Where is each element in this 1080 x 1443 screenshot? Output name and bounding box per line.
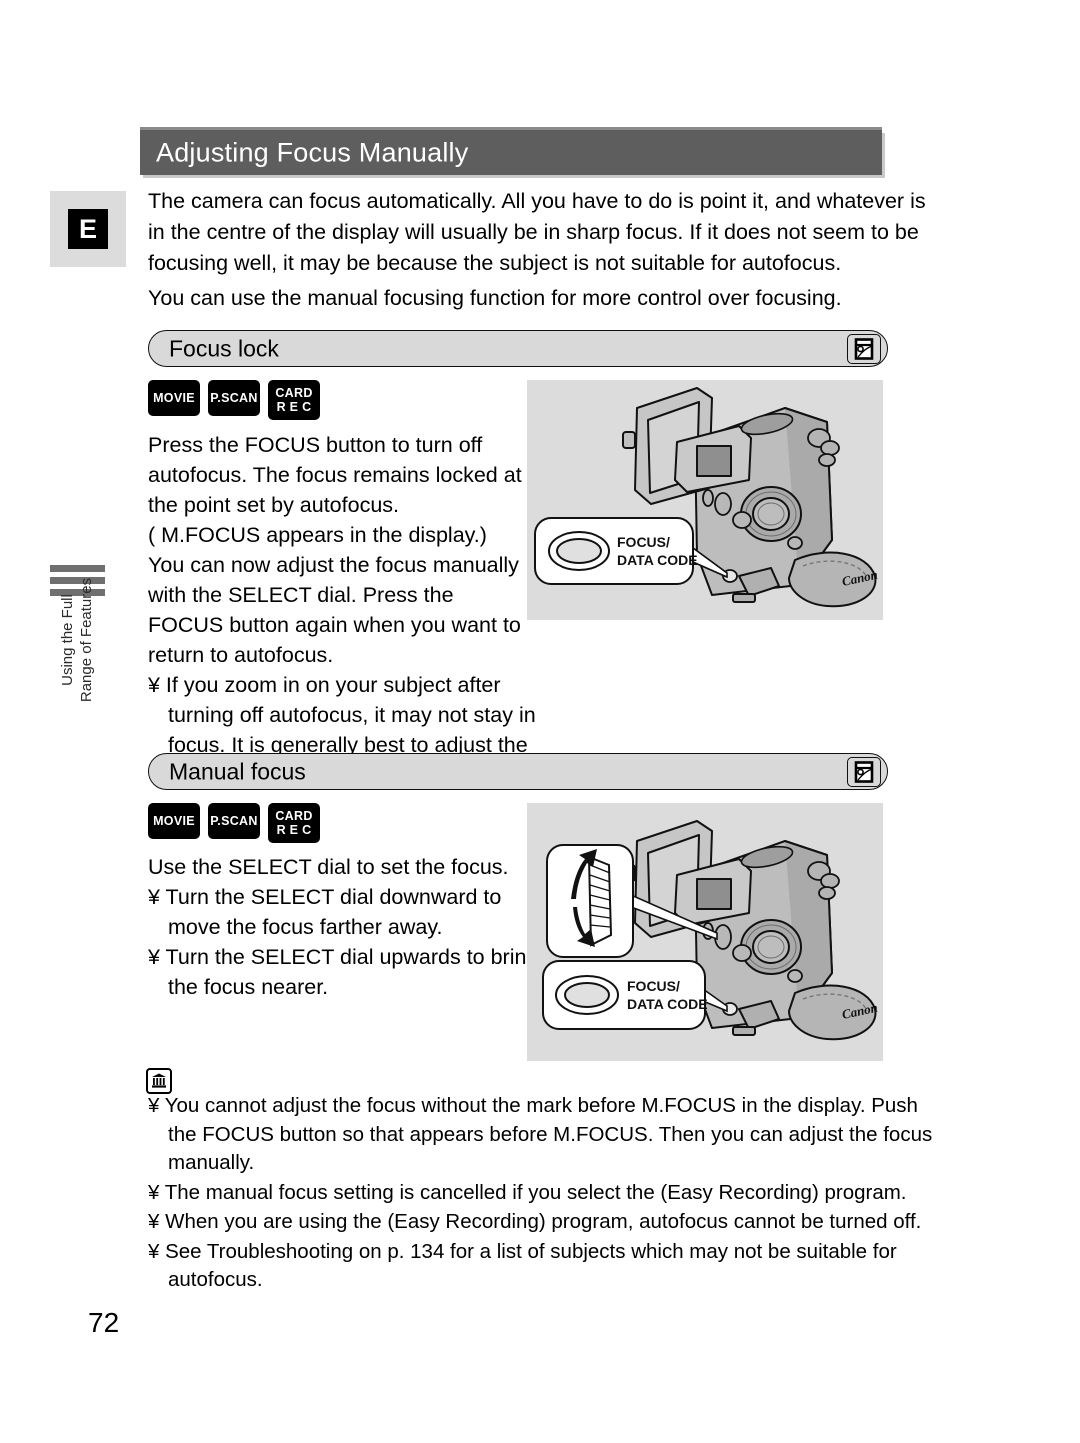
manual-focus-bullet-1: ¥ Turn the SELECT dial downward to move … bbox=[148, 885, 502, 939]
page-number: 72 bbox=[88, 1307, 120, 1338]
svg-text:FOCUS/: FOCUS/ bbox=[617, 534, 670, 550]
language-tab: E bbox=[50, 191, 126, 267]
page-title-bar: Adjusting Focus Manually bbox=[140, 130, 882, 175]
manual-focus-line-1: Use the SELECT dial to set the focus. bbox=[148, 855, 509, 879]
mode-badge-pscan-2-label: P.SCAN bbox=[210, 814, 258, 828]
card-display-icon-2 bbox=[847, 756, 881, 787]
mode-badge-movie: MOVIE bbox=[148, 380, 200, 416]
focus-lock-line-6: with the SELECT dial. Press the bbox=[148, 583, 454, 607]
mode-badge-cardrec-line1: CARD bbox=[275, 385, 313, 400]
note-item-2: ¥ The manual focus setting is cancelled … bbox=[148, 1180, 907, 1204]
language-tab-label: E bbox=[68, 209, 108, 249]
svg-text:FOCUS/: FOCUS/ bbox=[627, 978, 680, 994]
notes-memo-icon bbox=[146, 1068, 172, 1094]
focus-lock-line-1: Press the FOCUS button to turn off bbox=[148, 433, 483, 457]
mode-badge-cardrec-2-line2: R E C bbox=[276, 823, 312, 837]
card-display-icon bbox=[847, 333, 881, 364]
focus-lock-line-7: FOCUS button again when you want to bbox=[148, 613, 521, 637]
mode-badge-pscan-2: P.SCAN bbox=[208, 803, 260, 839]
mode-badge-pscan-label: P.SCAN bbox=[210, 391, 258, 405]
manual-page: Adjusting Focus Manually E Using the Ful… bbox=[0, 0, 1080, 1443]
page-title: Adjusting Focus Manually bbox=[156, 137, 469, 167]
manual-focus-bullet-2: ¥ Turn the SELECT dial upwards to bring … bbox=[148, 945, 539, 999]
illustration-manual-focus: Canon FOCUS/ DATA CODE bbox=[527, 803, 883, 1061]
section-body-manual-focus: Use the SELECT dial to set the focus. ¥ … bbox=[148, 852, 548, 1002]
side-tab-label: Using the Full Range of Features bbox=[58, 540, 98, 740]
mode-badge-pscan: P.SCAN bbox=[208, 380, 260, 416]
mode-badge-cardrec-line2: R E C bbox=[276, 400, 312, 414]
section-header-focus-lock: Focus lock bbox=[148, 330, 888, 367]
side-tab-label-line2: Range of Features bbox=[78, 577, 95, 703]
mode-badge-movie-label: MOVIE bbox=[153, 391, 195, 405]
mode-badge-cardrec-2: CARD R E C bbox=[268, 803, 320, 843]
section-title-manual-focus: Manual focus bbox=[169, 758, 306, 784]
focus-lock-line-2: autofocus. The focus remains locked at bbox=[148, 463, 522, 487]
note-item-3: ¥ When you are using the (Easy Recording… bbox=[148, 1210, 922, 1233]
focus-lock-line-4: ( M.FOCUS appears in the display.) bbox=[148, 523, 487, 547]
mode-badge-movie-2: MOVIE bbox=[148, 803, 200, 839]
intro-paragraph-1: The camera can focus automatically. All … bbox=[148, 189, 926, 275]
svg-text:DATA CODE: DATA CODE bbox=[617, 552, 698, 568]
section-title-focus-lock: Focus lock bbox=[169, 335, 279, 361]
mode-badge-movie-2-label: MOVIE bbox=[153, 814, 195, 828]
focus-lock-line-5: You can now adjust the focus manually bbox=[148, 553, 519, 577]
note-item-4: ¥ See Troubleshooting on p. 134 for a li… bbox=[148, 1239, 897, 1292]
note-item-1: ¥ You cannot adjust the focus without th… bbox=[148, 1094, 933, 1174]
section-body-focus-lock: Press the FOCUS button to turn off autof… bbox=[148, 430, 558, 790]
mode-badges-manual-focus: MOVIE P.SCAN CARD R E C bbox=[148, 803, 320, 843]
side-tab-label-line1: Using the Full bbox=[59, 594, 77, 686]
intro-paragraph-2: You can use the manual focusing function… bbox=[148, 286, 842, 310]
section-header-manual-focus: Manual focus bbox=[148, 753, 888, 790]
mode-badges-focus-lock: MOVIE P.SCAN CARD R E C bbox=[148, 380, 320, 420]
focus-lock-line-3: the point set by autofocus. bbox=[148, 493, 399, 517]
mode-badge-cardrec: CARD R E C bbox=[268, 380, 320, 420]
svg-text:DATA CODE: DATA CODE bbox=[627, 996, 708, 1012]
focus-lock-line-8: return to autofocus. bbox=[148, 643, 334, 667]
notes-list: ¥ You cannot adjust the focus without th… bbox=[148, 1092, 938, 1296]
mode-badge-cardrec-2-line1: CARD bbox=[275, 808, 313, 823]
illustration-focus-lock: Canon FOCUS/ DATA CODE bbox=[527, 380, 883, 620]
